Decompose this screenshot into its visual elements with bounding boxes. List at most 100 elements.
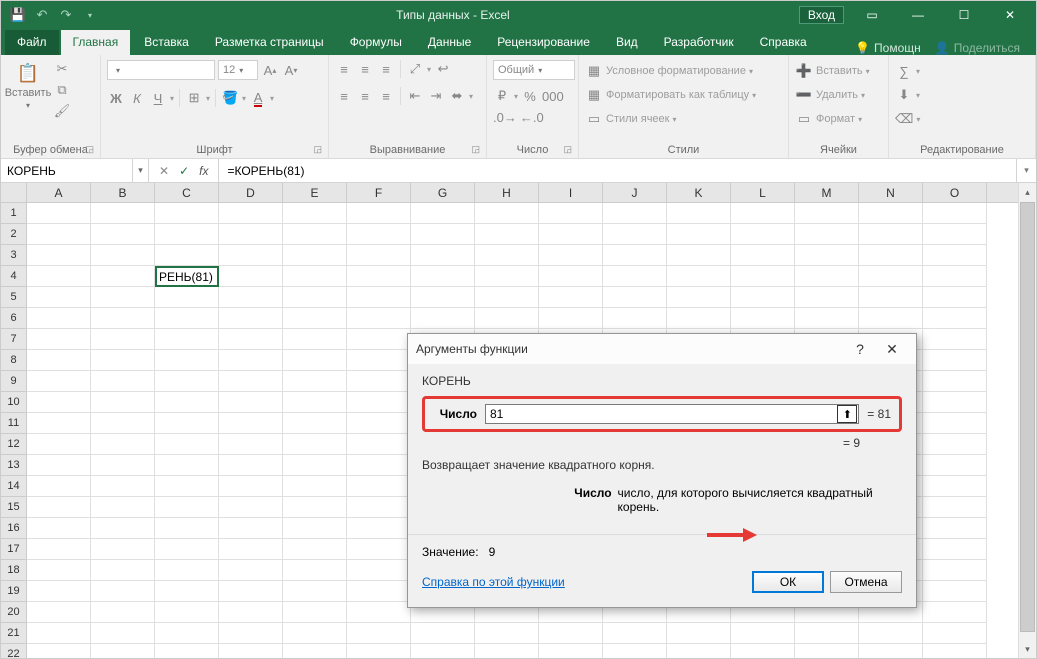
- cell[interactable]: [91, 455, 155, 476]
- cell[interactable]: [27, 413, 91, 434]
- cell[interactable]: [219, 476, 283, 497]
- cell[interactable]: [475, 266, 539, 287]
- cell[interactable]: [347, 245, 411, 266]
- cell[interactable]: [27, 266, 91, 287]
- cell[interactable]: [27, 329, 91, 350]
- chevron-down-icon[interactable]: ▾: [170, 94, 174, 103]
- cell[interactable]: [859, 245, 923, 266]
- column-header[interactable]: O: [923, 183, 987, 202]
- row-header[interactable]: 21: [1, 623, 26, 644]
- conditional-formatting-button[interactable]: ▦Условное форматирование▾: [585, 62, 756, 80]
- cell[interactable]: [411, 644, 475, 658]
- row-header[interactable]: 18: [1, 560, 26, 581]
- column-header[interactable]: N: [859, 183, 923, 202]
- merge-icon[interactable]: ⬌: [448, 87, 466, 105]
- cell[interactable]: [219, 539, 283, 560]
- decrease-decimal-icon[interactable]: ←.0: [520, 108, 544, 126]
- cell[interactable]: [667, 308, 731, 329]
- cell[interactable]: [347, 560, 411, 581]
- cell[interactable]: [411, 623, 475, 644]
- row-header[interactable]: 15: [1, 497, 26, 518]
- argument-input[interactable]: [486, 407, 837, 421]
- cell[interactable]: [603, 266, 667, 287]
- fill-color-icon[interactable]: 🪣: [221, 89, 239, 107]
- cell[interactable]: [155, 644, 219, 658]
- cell[interactable]: [155, 581, 219, 602]
- cell[interactable]: [219, 455, 283, 476]
- tab-developer[interactable]: Разработчик: [652, 30, 746, 55]
- cell[interactable]: [219, 413, 283, 434]
- cell[interactable]: [731, 266, 795, 287]
- cell[interactable]: [475, 224, 539, 245]
- cell[interactable]: [731, 245, 795, 266]
- cell[interactable]: [219, 371, 283, 392]
- cell[interactable]: [283, 329, 347, 350]
- cell[interactable]: [27, 455, 91, 476]
- cell[interactable]: [411, 203, 475, 224]
- minimize-button[interactable]: —: [900, 1, 936, 29]
- cell[interactable]: [27, 644, 91, 658]
- cell[interactable]: [27, 350, 91, 371]
- cell[interactable]: [731, 644, 795, 658]
- cell[interactable]: [347, 224, 411, 245]
- cell[interactable]: [155, 602, 219, 623]
- border-icon[interactable]: ⊞: [185, 89, 203, 107]
- decrease-indent-icon[interactable]: ⇤: [406, 87, 424, 105]
- column-header[interactable]: F: [347, 183, 411, 202]
- cell[interactable]: [923, 245, 987, 266]
- cell[interactable]: [283, 476, 347, 497]
- cell[interactable]: [475, 203, 539, 224]
- cell[interactable]: [91, 644, 155, 658]
- cell[interactable]: [219, 434, 283, 455]
- decrease-font-icon[interactable]: A▾: [282, 61, 300, 79]
- row-header[interactable]: 2: [1, 224, 26, 245]
- cell[interactable]: [155, 539, 219, 560]
- row-header[interactable]: 17: [1, 539, 26, 560]
- cell[interactable]: [347, 518, 411, 539]
- cell[interactable]: [795, 287, 859, 308]
- cell[interactable]: [91, 308, 155, 329]
- row-header[interactable]: 16: [1, 518, 26, 539]
- cell[interactable]: [283, 497, 347, 518]
- align-bottom-icon[interactable]: ≡: [377, 60, 395, 78]
- cell[interactable]: [283, 581, 347, 602]
- cell[interactable]: [667, 644, 731, 658]
- column-header[interactable]: C: [155, 183, 219, 202]
- chevron-down-icon[interactable]: ▾: [916, 91, 920, 100]
- cell[interactable]: [411, 308, 475, 329]
- cell[interactable]: [923, 350, 987, 371]
- cell[interactable]: [795, 203, 859, 224]
- column-header[interactable]: A: [27, 183, 91, 202]
- tab-formulas[interactable]: Формулы: [338, 30, 414, 55]
- cell[interactable]: [283, 392, 347, 413]
- login-button[interactable]: Вход: [799, 6, 844, 24]
- row-header[interactable]: 1: [1, 203, 26, 224]
- cell[interactable]: [603, 245, 667, 266]
- cell[interactable]: [859, 266, 923, 287]
- cell[interactable]: [283, 623, 347, 644]
- font-size-combo[interactable]: 12▾: [218, 60, 258, 80]
- cell[interactable]: [155, 623, 219, 644]
- cell[interactable]: [219, 350, 283, 371]
- cell[interactable]: [283, 413, 347, 434]
- cell[interactable]: [475, 245, 539, 266]
- cell[interactable]: [475, 644, 539, 658]
- dialog-launcher-icon[interactable]: ◲: [85, 144, 94, 155]
- cell[interactable]: [155, 308, 219, 329]
- chevron-down-icon[interactable]: ▾: [242, 94, 246, 103]
- cell[interactable]: [667, 266, 731, 287]
- column-header[interactable]: B: [91, 183, 155, 202]
- cell[interactable]: [219, 203, 283, 224]
- vertical-scrollbar[interactable]: ▴ ▾: [1018, 183, 1036, 658]
- font-name-combo[interactable]: ▾: [107, 60, 215, 80]
- cell[interactable]: [27, 539, 91, 560]
- cell[interactable]: [91, 434, 155, 455]
- cell[interactable]: [859, 287, 923, 308]
- cell[interactable]: [219, 224, 283, 245]
- row-header[interactable]: 5: [1, 287, 26, 308]
- row-header[interactable]: 9: [1, 371, 26, 392]
- row-header[interactable]: 7: [1, 329, 26, 350]
- align-center-icon[interactable]: ≡: [356, 87, 374, 105]
- cancel-button[interactable]: Отмена: [830, 571, 902, 593]
- name-box[interactable]: ▾: [1, 159, 149, 182]
